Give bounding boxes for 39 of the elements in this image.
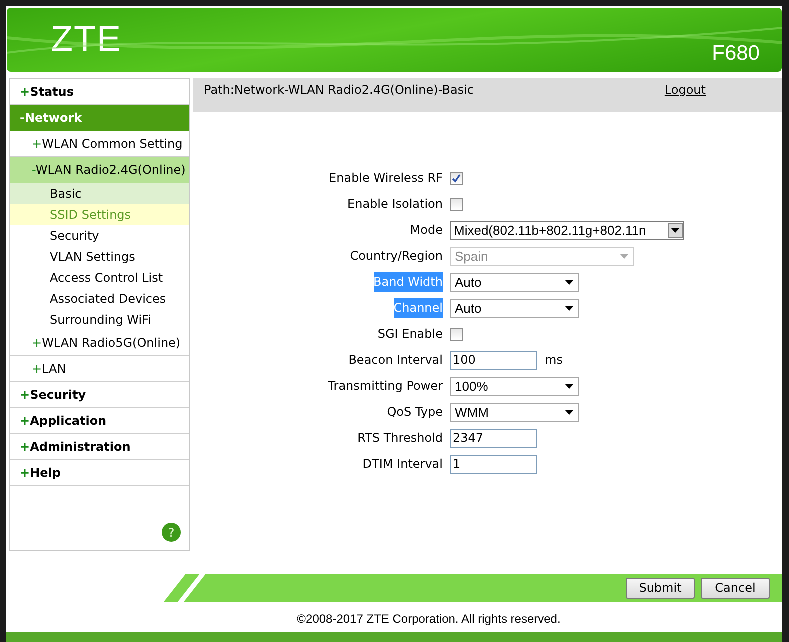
dropdown-arrow-icon (565, 306, 574, 310)
checkbox[interactable] (450, 172, 463, 184)
field-label: Transmitting Power (328, 378, 443, 395)
field-label: QoS Type (387, 404, 443, 421)
brand-logo: ZTE (51, 18, 122, 60)
logout-link[interactable]: Logout (664, 83, 706, 97)
input-field[interactable]: 2347 (450, 428, 537, 448)
copyright-text: ©2008-2017 ZTE Corporation. All rights reserved. (296, 611, 562, 626)
dropdown-arrow-icon (565, 384, 574, 388)
field-label: Country/Region (350, 248, 443, 265)
model-name: F680 (712, 42, 760, 66)
field-label: Enable Isolation (348, 196, 443, 213)
dropdown[interactable]: WMM (450, 402, 579, 422)
action-button[interactable]: Cancel (701, 578, 770, 598)
field-label: Channel (394, 298, 443, 318)
field-label: RTS Threshold (358, 430, 443, 447)
submenu-link[interactable]: Basic (10, 183, 189, 204)
field-label: Enable Wireless RF (329, 170, 443, 187)
unit-label: ms (545, 353, 563, 367)
dropdown-arrow-icon (671, 228, 680, 232)
mode-dropdown[interactable]: Mixed(802.11b+802.11g+802.11n (450, 220, 684, 240)
dropdown[interactable]: Auto (450, 272, 579, 292)
input-field[interactable]: 100 (450, 350, 537, 370)
checkbox[interactable] (450, 328, 463, 340)
dropdown-arrow-icon (620, 254, 629, 258)
dropdown[interactable]: Auto (450, 298, 579, 318)
dropdown-arrow-icon (565, 410, 574, 414)
field-label: Band Width (374, 272, 443, 292)
breadcrumb-path: Path:Network-WLAN Radio2.4G(Online)-Basic (204, 83, 474, 97)
input-field[interactable]: 1 (450, 454, 537, 474)
action-button[interactable]: Submit (626, 578, 695, 598)
dropdown-arrow-icon (565, 280, 574, 284)
submenu-item[interactable]: -WLAN Radio2.4G(Online) (10, 157, 189, 183)
field-label: Mode (410, 222, 443, 239)
field-label: Beacon Interval (348, 352, 443, 369)
dropdown[interactable]: 100% (450, 376, 579, 396)
field-label: DTIM Interval (362, 456, 443, 473)
field-label: SGI Enable (378, 326, 443, 343)
checkbox[interactable] (450, 198, 463, 210)
